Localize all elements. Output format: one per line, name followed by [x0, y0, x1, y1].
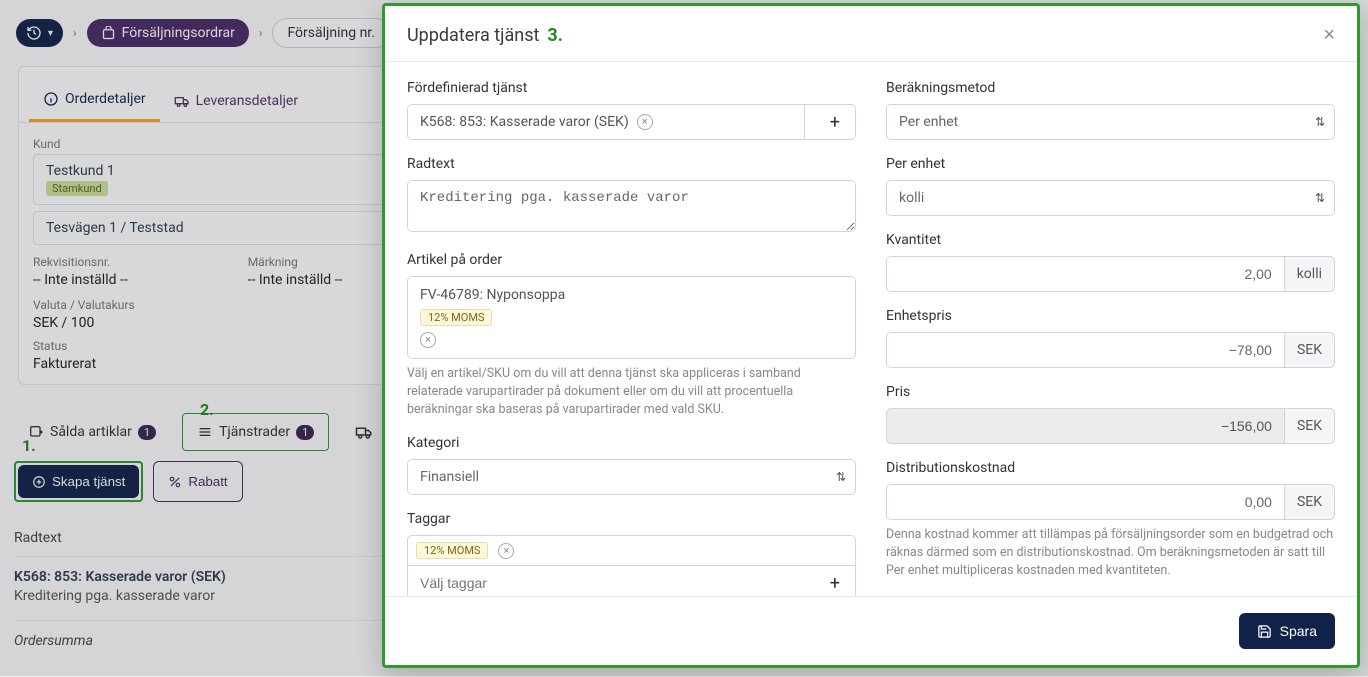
- tags-placeholder-input[interactable]: [408, 566, 805, 596]
- qty-label: Kvantitet: [886, 232, 1335, 248]
- calc-method-select[interactable]: Per enhet ⇅: [886, 104, 1335, 140]
- remove-tag-icon[interactable]: ×: [498, 543, 514, 559]
- qty-input[interactable]: [886, 256, 1284, 292]
- save-icon: [1257, 624, 1272, 639]
- price-label: Pris: [886, 384, 1335, 400]
- plus-icon: +: [830, 112, 840, 133]
- close-icon: ×: [1323, 24, 1335, 46]
- price-unit: SEK: [1284, 408, 1335, 444]
- category-select[interactable]: Finansiell ⇅: [407, 459, 856, 495]
- tags-input[interactable]: +: [407, 565, 856, 596]
- price-input: [886, 408, 1284, 444]
- rowtext-input[interactable]: [407, 180, 856, 232]
- article-input[interactable]: FV-46789: Nyponsoppa 12% MOMS ×: [407, 276, 856, 359]
- unitprice-unit: SEK: [1284, 332, 1335, 368]
- clear-article-icon[interactable]: ×: [420, 332, 436, 348]
- chevron-updown-icon: ⇅: [836, 470, 846, 484]
- unitprice-label: Enhetspris: [886, 308, 1335, 324]
- close-button[interactable]: ×: [1323, 24, 1335, 47]
- per-unit-label: Per enhet: [886, 156, 1335, 172]
- article-label: Artikel på order: [407, 252, 856, 268]
- article-help: Välj en artikel/SKU om du vill att denna…: [407, 365, 856, 419]
- category-label: Kategori: [407, 435, 856, 451]
- per-unit-select[interactable]: kolli ⇅: [886, 180, 1335, 216]
- add-tag-button[interactable]: +: [815, 566, 855, 596]
- chevron-updown-icon: ⇅: [1315, 191, 1325, 205]
- dist-input[interactable]: [886, 484, 1284, 520]
- plus-icon: +: [830, 573, 840, 594]
- annotation-3: 3.: [547, 25, 563, 46]
- tags-selected: 12% MOMS ×: [407, 535, 856, 566]
- clear-icon[interactable]: ×: [637, 114, 653, 130]
- predefined-service-input[interactable]: K568: 853: Kasserade varor (SEK) × +: [407, 104, 856, 140]
- dist-unit: SEK: [1284, 484, 1335, 520]
- unitprice-input[interactable]: [886, 332, 1284, 368]
- add-predefined-button[interactable]: +: [815, 105, 855, 139]
- calc-method-label: Beräkningsmetod: [886, 80, 1335, 96]
- rowtext-label: Radtext: [407, 156, 856, 172]
- dist-label: Distributionskostnad: [886, 460, 1335, 476]
- tags-label: Taggar: [407, 511, 856, 527]
- dist-help: Denna kostnad kommer att tillämpas på fö…: [886, 526, 1335, 580]
- update-service-modal: Uppdatera tjänst 3. × Fördefinierad tjän…: [382, 3, 1360, 668]
- qty-unit: kolli: [1284, 256, 1335, 292]
- predefined-service-label: Fördefinierad tjänst: [407, 80, 856, 96]
- save-button[interactable]: Spara: [1239, 613, 1335, 649]
- tag-chip: 12% MOMS: [416, 542, 488, 559]
- modal-title: Uppdatera tjänst: [407, 25, 539, 46]
- vat-chip: 12% MOMS: [420, 309, 492, 326]
- chevron-updown-icon: ⇅: [1315, 115, 1325, 129]
